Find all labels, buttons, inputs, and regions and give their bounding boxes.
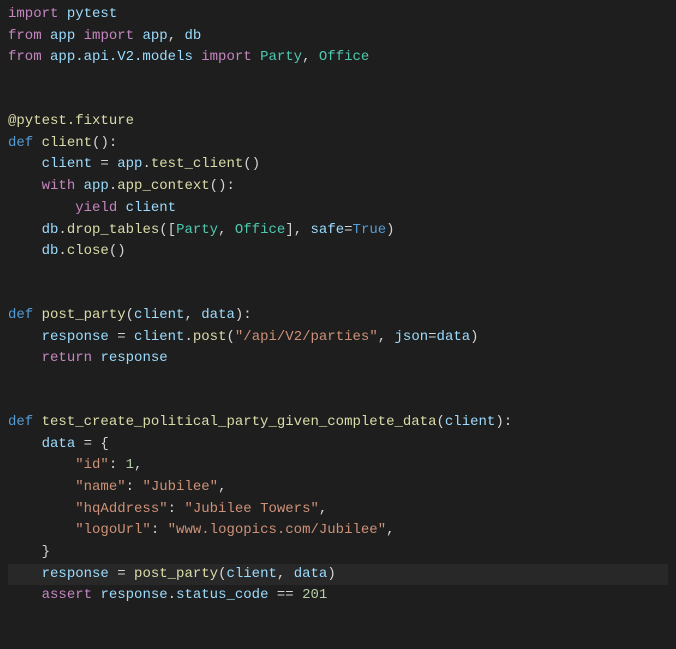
code-line: def post_party(client, data): xyxy=(8,305,668,327)
code-line: "logoUrl": "www.logopics.com/Jubilee", xyxy=(8,520,668,542)
code-line: def client(): xyxy=(8,133,668,155)
code-line: import pytest xyxy=(8,4,668,26)
code-line: response = client.post("/api/V2/parties"… xyxy=(8,327,668,349)
keyword-import: import xyxy=(8,6,58,22)
blank-line xyxy=(8,90,668,111)
code-line: with app.app_context(): xyxy=(8,176,668,198)
code-editor[interactable]: import pytest from app import app, db fr… xyxy=(8,4,668,607)
function-name: post_party xyxy=(42,307,126,323)
blank-line xyxy=(8,370,668,391)
function-name: test_create_political_party_given_comple… xyxy=(42,414,437,430)
code-line: @pytest.fixture xyxy=(8,111,668,133)
code-line: "name": "Jubilee", xyxy=(8,477,668,499)
code-line: db.drop_tables([Party, Office], safe=Tru… xyxy=(8,220,668,242)
blank-line xyxy=(8,391,668,412)
blank-line xyxy=(8,263,668,284)
blank-line xyxy=(8,284,668,305)
code-line: assert response.status_code == 201 xyxy=(8,585,668,607)
module-name: pytest xyxy=(67,6,117,22)
code-line: data = { xyxy=(8,434,668,456)
code-line: from app import app, db xyxy=(8,26,668,48)
code-line: client = app.test_client() xyxy=(8,154,668,176)
code-line: "id": 1, xyxy=(8,455,668,477)
function-name: client xyxy=(42,135,92,151)
code-line: } xyxy=(8,542,668,564)
code-line: yield client xyxy=(8,198,668,220)
code-line: "hqAddress": "Jubilee Towers", xyxy=(8,499,668,521)
code-line: db.close() xyxy=(8,241,668,263)
blank-line xyxy=(8,69,668,90)
code-line: from app.api.V2.models import Party, Off… xyxy=(8,47,668,69)
code-line: return response xyxy=(8,348,668,370)
code-line: def test_create_political_party_given_co… xyxy=(8,412,668,434)
code-line-highlighted: response = post_party(client, data) xyxy=(8,564,668,586)
decorator: @pytest.fixture xyxy=(8,113,134,129)
